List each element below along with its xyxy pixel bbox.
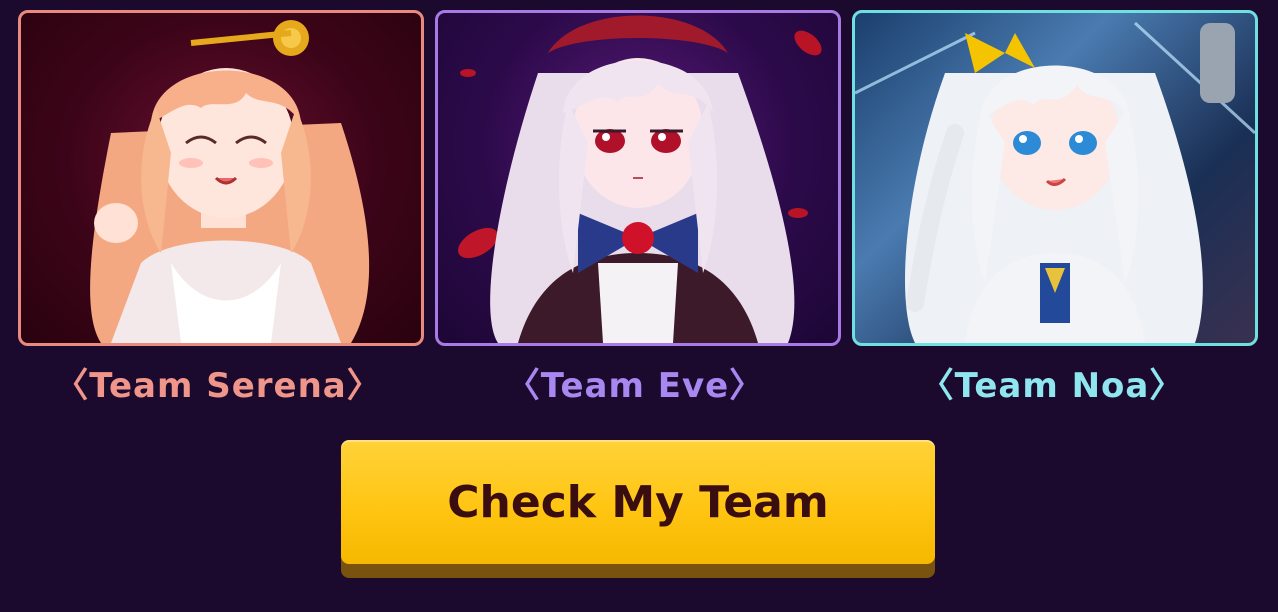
serena-portrait[interactable] xyxy=(18,10,424,346)
team-label-serena: 〈Team Serena〉 xyxy=(54,366,382,406)
noa-portrait-icon xyxy=(855,21,1255,343)
eve-portrait-icon xyxy=(458,15,822,343)
check-my-team-label: Check My Team xyxy=(447,476,829,528)
team-card-eve[interactable]: 〈Team Eve〉 xyxy=(435,10,841,406)
team-selection: 〈Team Serena〉 〈Team Eve〉 〈Team Noa〉 xyxy=(0,0,1278,420)
check-my-team-button[interactable]: Check My Team xyxy=(341,440,935,564)
eve-portrait[interactable] xyxy=(435,10,841,346)
team-label-eve: 〈Team Eve〉 xyxy=(505,366,765,406)
check-my-team-button-wrap: Check My Team xyxy=(341,440,935,578)
team-label-noa: 〈Team Noa〉 xyxy=(919,366,1185,406)
serena-portrait-icon xyxy=(90,20,370,343)
noa-portrait[interactable] xyxy=(852,10,1258,346)
team-card-serena[interactable]: 〈Team Serena〉 xyxy=(18,10,424,406)
team-card-noa[interactable]: 〈Team Noa〉 xyxy=(852,10,1258,406)
